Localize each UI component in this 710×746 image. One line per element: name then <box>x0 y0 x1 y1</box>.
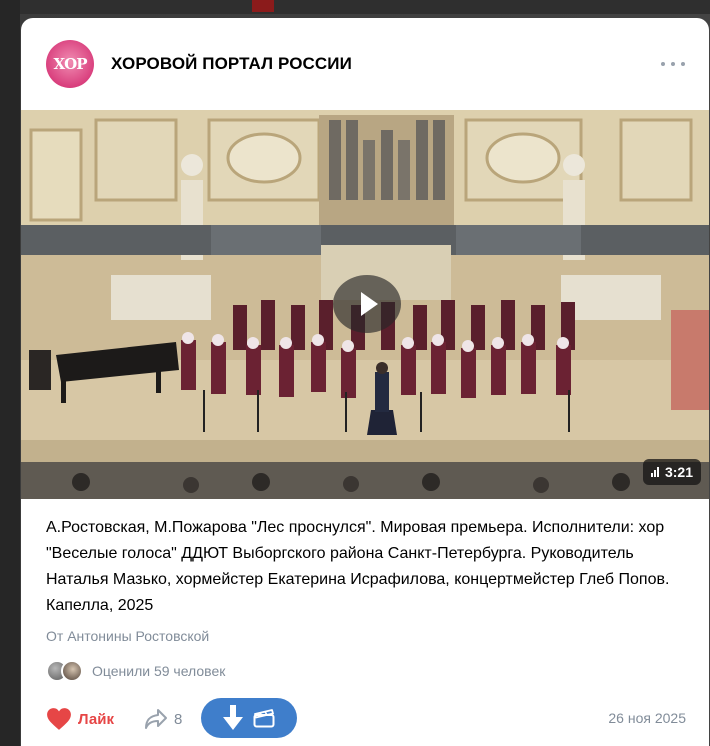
community-logo-text: ХОР <box>53 54 88 73</box>
download-button[interactable] <box>201 698 297 738</box>
video-player[interactable]: 3:21 <box>21 110 709 499</box>
community-name[interactable]: ХОРОВОЙ ПОРТАЛ РОССИИ <box>111 54 352 74</box>
more-icon[interactable] <box>661 56 685 72</box>
background-badge <box>252 0 274 12</box>
share-count: 8 <box>174 710 183 728</box>
play-icon[interactable] <box>333 275 401 333</box>
duration-badge: 3:21 <box>642 459 701 485</box>
share-icon <box>145 709 167 729</box>
post-header: ХОР ХОРОВОЙ ПОРТАЛ РОССИИ <box>21 18 709 110</box>
video-post-card: ХОР ХОРОВОЙ ПОРТАЛ РОССИИ 3:21 А.Ростовс… <box>21 18 709 746</box>
post-date: 26 ноя 2025 <box>608 710 686 726</box>
post-author[interactable]: От Антонины Ростовской <box>46 628 209 644</box>
background-sidebar <box>0 0 20 746</box>
avatar <box>61 660 83 682</box>
video-duration: 3:21 <box>664 464 693 480</box>
likes-summary[interactable]: Оценили 59 человек <box>46 660 225 682</box>
liker-avatars <box>46 660 88 682</box>
post-actions: Лайк 8 26 ноя 2025 <box>46 698 686 738</box>
background-header <box>20 0 710 14</box>
download-icon <box>223 705 243 730</box>
share-button[interactable]: 8 <box>144 706 182 732</box>
rated-by-text: Оценили 59 человек <box>92 663 226 679</box>
video-description: А.Ростовская, М.Пожарова "Лес проснулся"… <box>46 519 670 614</box>
heart-icon <box>47 708 71 730</box>
community-avatar[interactable]: ХОР <box>46 40 94 88</box>
like-button[interactable]: Лайк <box>46 706 114 732</box>
clapperboard-icon <box>253 709 275 728</box>
like-label: Лайк <box>78 710 114 728</box>
audio-bars-icon <box>650 467 659 477</box>
